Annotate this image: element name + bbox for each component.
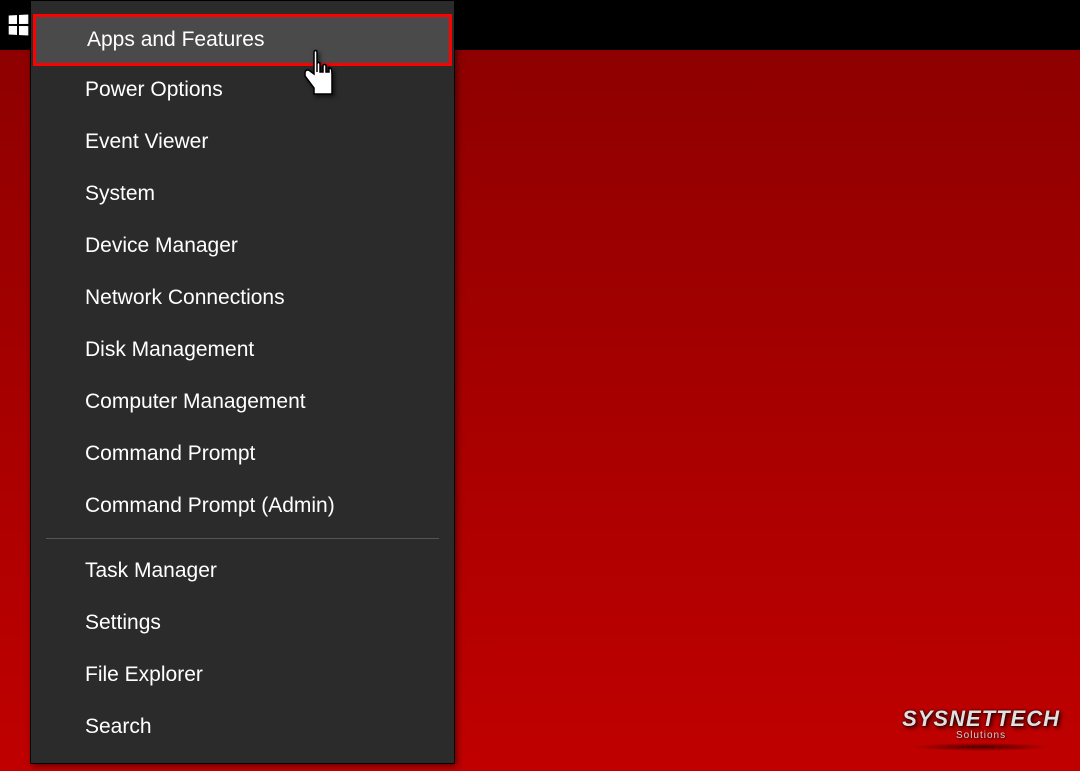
- windows-logo-icon: [9, 14, 29, 35]
- menu-item-label: Command Prompt: [85, 442, 255, 465]
- watermark-shadow: [911, 743, 1051, 751]
- menu-item-search[interactable]: Search: [31, 701, 454, 753]
- menu-item-label: System: [85, 182, 155, 205]
- menu-item-label: Settings: [85, 611, 161, 634]
- menu-item-label: Event Viewer: [85, 130, 208, 153]
- menu-item-label: Network Connections: [85, 286, 285, 309]
- hand-cursor-icon: [302, 48, 340, 103]
- menu-divider: [46, 538, 439, 539]
- menu-item-network-connections[interactable]: Network Connections: [31, 272, 454, 324]
- menu-item-apps-features[interactable]: Apps and Features: [33, 14, 452, 66]
- menu-item-event-viewer[interactable]: Event Viewer: [31, 116, 454, 168]
- start-button[interactable]: [0, 0, 30, 50]
- menu-item-label: Command Prompt (Admin): [85, 494, 335, 517]
- menu-item-label: Search: [85, 715, 152, 738]
- menu-item-disk-management[interactable]: Disk Management: [31, 324, 454, 376]
- menu-item-computer-management[interactable]: Computer Management: [31, 376, 454, 428]
- menu-item-power-options[interactable]: Power Options: [31, 64, 454, 116]
- menu-item-command-prompt-admin[interactable]: Command Prompt (Admin): [31, 480, 454, 532]
- menu-item-file-explorer[interactable]: File Explorer: [31, 649, 454, 701]
- menu-item-system[interactable]: System: [31, 168, 454, 220]
- menu-item-task-manager[interactable]: Task Manager: [31, 545, 454, 597]
- menu-item-label: Disk Management: [85, 338, 254, 361]
- menu-item-label: Task Manager: [85, 559, 217, 582]
- menu-item-settings[interactable]: Settings: [31, 597, 454, 649]
- watermark-logo: SYSNETTECH Solutions: [902, 706, 1060, 751]
- menu-item-label: Device Manager: [85, 234, 238, 257]
- menu-item-label: Power Options: [85, 78, 223, 101]
- menu-item-label: Computer Management: [85, 390, 306, 413]
- winx-context-menu: Apps and Features Power Options Event Vi…: [30, 0, 455, 764]
- watermark-main-text: SYSNETTECH: [902, 706, 1060, 732]
- menu-item-label: File Explorer: [85, 663, 203, 686]
- menu-item-command-prompt[interactable]: Command Prompt: [31, 428, 454, 480]
- menu-item-device-manager[interactable]: Device Manager: [31, 220, 454, 272]
- menu-item-label: Apps and Features: [87, 28, 264, 51]
